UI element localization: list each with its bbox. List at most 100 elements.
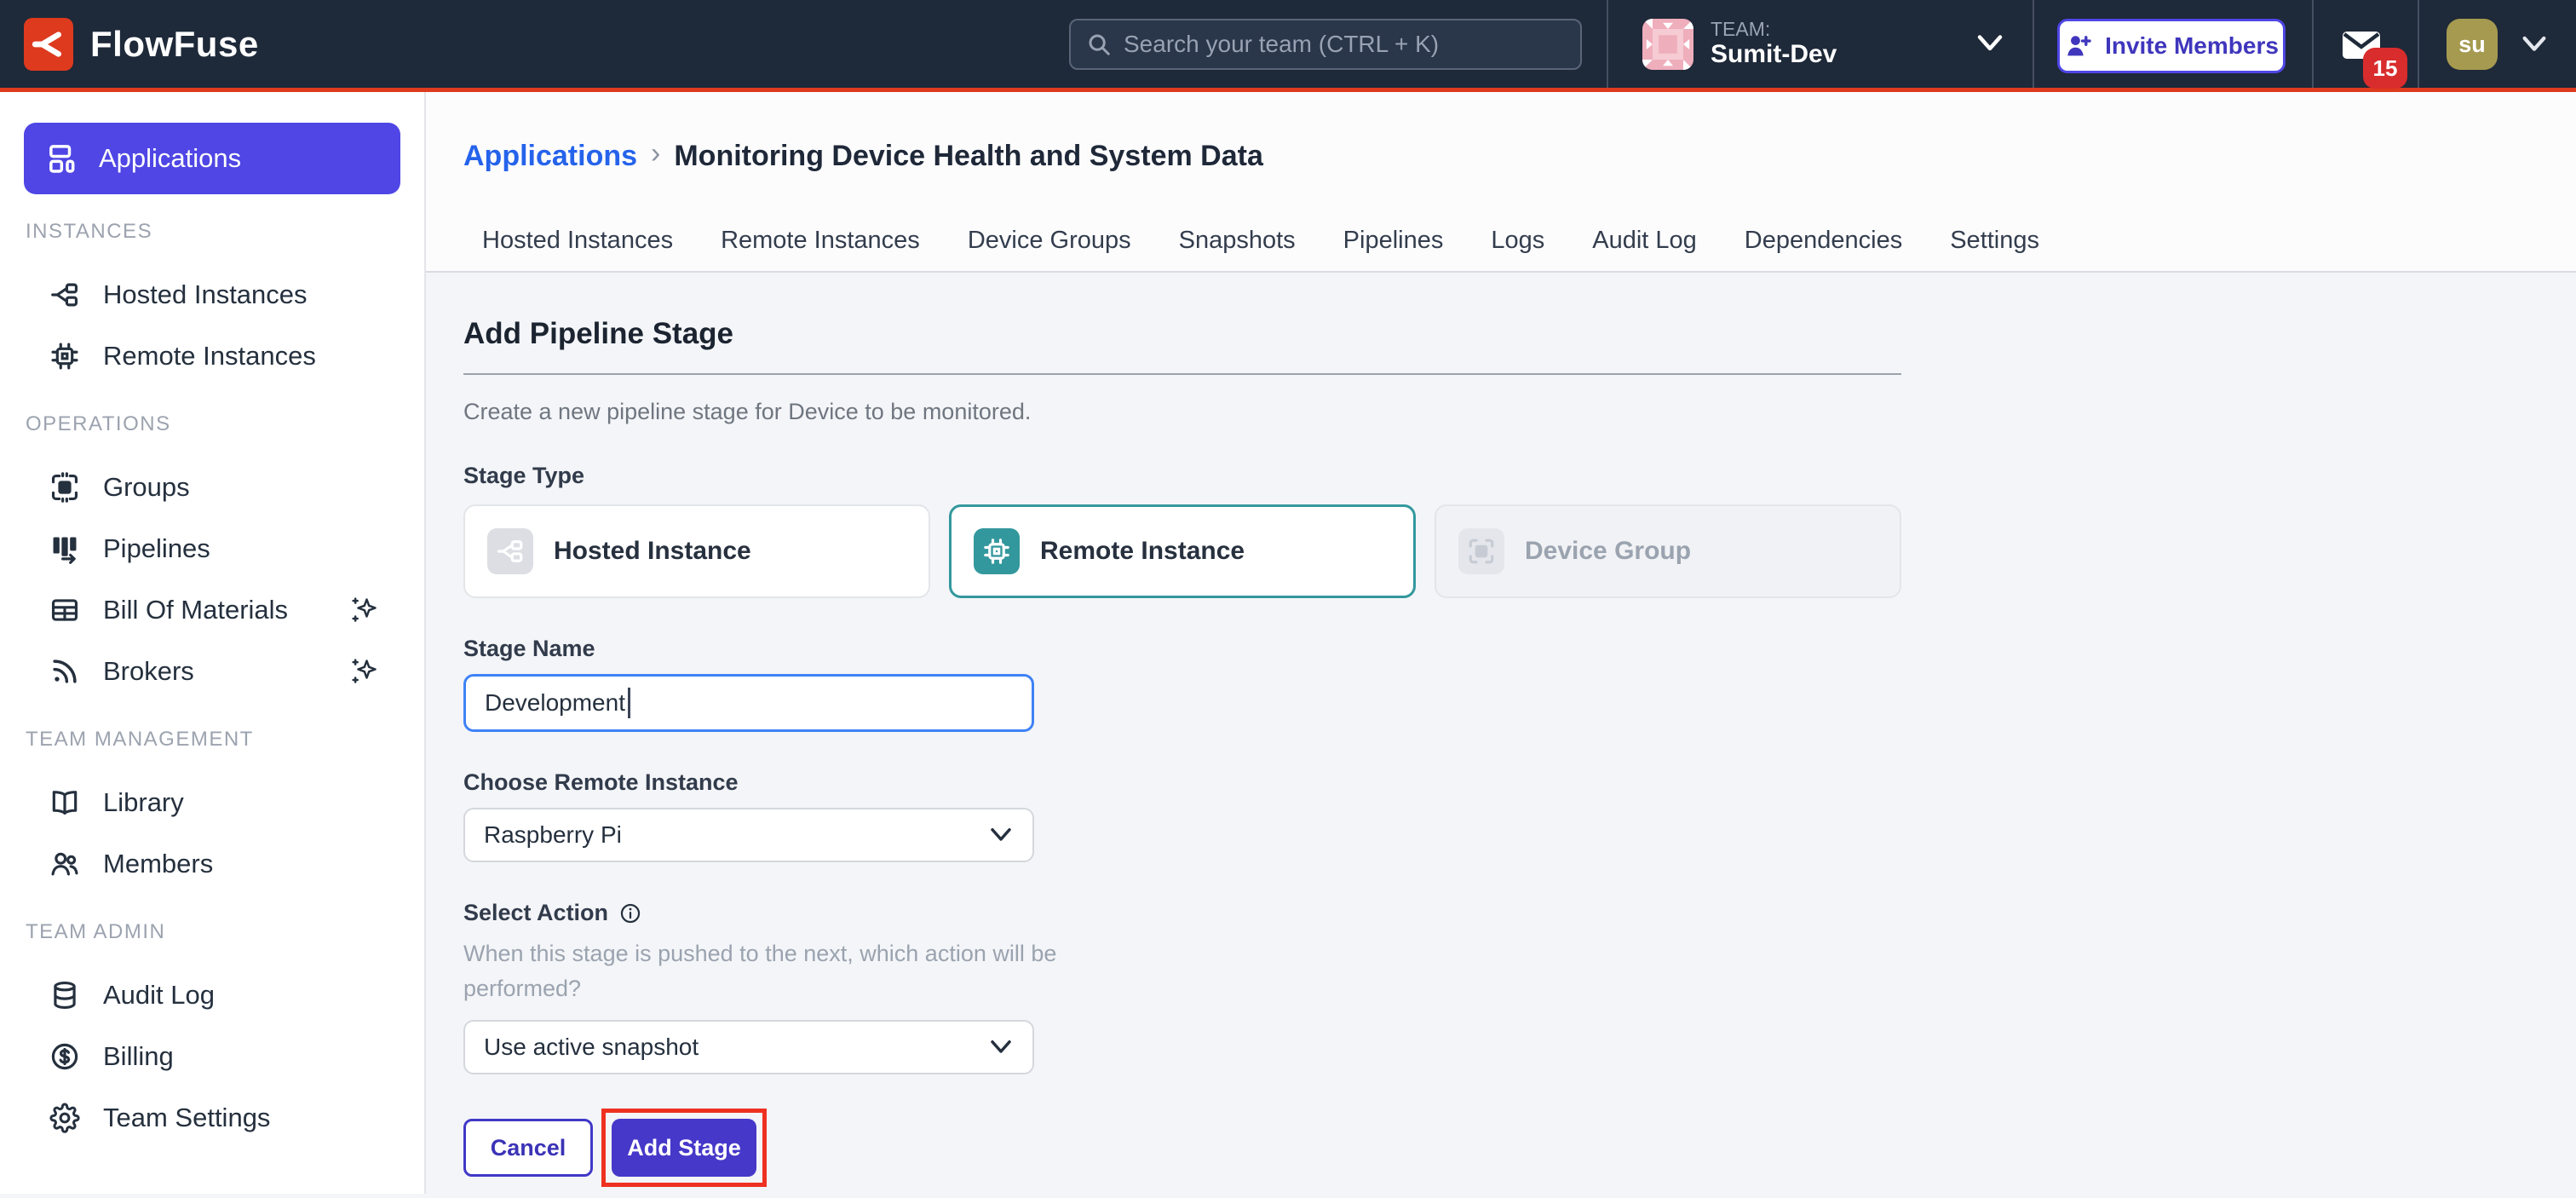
- sidebar-item-library[interactable]: Library: [0, 772, 424, 833]
- action-value: Use active snapshot: [484, 1034, 699, 1061]
- navbar-divider: [2418, 0, 2419, 88]
- action-select[interactable]: Use active snapshot: [463, 1020, 1034, 1074]
- tab-dependencies[interactable]: Dependencies: [1745, 222, 1902, 259]
- tab-pipelines[interactable]: Pipelines: [1343, 222, 1444, 259]
- remote-instance-value: Raspberry Pi: [484, 821, 622, 849]
- currency-dollar-icon: [49, 1040, 81, 1073]
- user-menu-chevron-down-icon[interactable]: [2520, 32, 2549, 56]
- sidebar-item-brokers[interactable]: Brokers: [0, 641, 424, 702]
- stage-name-input[interactable]: Development: [463, 674, 1034, 732]
- divider: [463, 373, 1901, 375]
- gear-icon: [49, 1102, 81, 1134]
- tab-settings[interactable]: Settings: [1950, 222, 2039, 259]
- tab-logs[interactable]: Logs: [1491, 222, 1544, 259]
- section-label-team-management: TEAM MANAGEMENT: [26, 728, 424, 750]
- section-label-operations: OPERATIONS: [26, 412, 424, 435]
- brand-name: FlowFuse: [90, 24, 259, 65]
- search-input[interactable]: Search your team (CTRL + K): [1069, 19, 1582, 70]
- form-description: Create a new pipeline stage for Device t…: [463, 399, 2576, 425]
- sidebar-item-bill-of-materials[interactable]: Bill Of Materials: [0, 579, 424, 641]
- stage-type-device-group: Device Group: [1435, 504, 1901, 598]
- book-icon: [49, 786, 81, 819]
- stage-type-remote-instance[interactable]: Remote Instance: [949, 504, 1416, 598]
- annotation-highlight-box: Add Stage: [601, 1109, 767, 1187]
- flowfuse-logo-icon: [24, 18, 73, 71]
- sidebar-item-billing[interactable]: Billing: [0, 1026, 424, 1087]
- tab-audit-log[interactable]: Audit Log: [1592, 222, 1697, 259]
- user-plus-icon: [2064, 32, 2093, 60]
- sidebar-item-team-settings[interactable]: Team Settings: [0, 1087, 424, 1149]
- sidebar-item-applications[interactable]: Applications: [24, 123, 400, 194]
- info-icon[interactable]: [618, 901, 642, 925]
- sidebar-item-members[interactable]: Members: [0, 833, 424, 895]
- breadcrumb-applications-link[interactable]: Applications: [463, 140, 637, 173]
- section-label-team-admin: TEAM ADMIN: [26, 920, 424, 942]
- form-title: Add Pipeline Stage: [463, 317, 2576, 351]
- search-icon: [1086, 32, 1112, 57]
- invite-members-button[interactable]: Invite Members: [2057, 19, 2286, 73]
- pipelines-icon: [49, 533, 81, 565]
- main-header: Applications › Monitoring Device Health …: [426, 92, 2576, 273]
- top-navbar: FlowFuse Search your team (CTRL + K) TEA…: [0, 0, 2576, 92]
- stage-type-hosted-instance[interactable]: Hosted Instance: [463, 504, 930, 598]
- tab-snapshots[interactable]: Snapshots: [1179, 222, 1296, 259]
- breadcrumb: Applications › Monitoring Device Health …: [463, 137, 2576, 175]
- stage-name-value: Development: [485, 689, 625, 717]
- sidebar-item-groups[interactable]: Groups: [0, 457, 424, 518]
- device-group-icon: [1458, 528, 1504, 574]
- add-pipeline-stage-form: Add Pipeline Stage Create a new pipeline…: [426, 273, 2576, 1194]
- invite-members-label: Invite Members: [2105, 32, 2279, 60]
- table-icon: [49, 594, 81, 626]
- chip-icon: [974, 528, 1020, 574]
- user-initials: su: [2458, 32, 2486, 58]
- choose-remote-instance-label: Choose Remote Instance: [463, 769, 2576, 796]
- sparkles-icon: [348, 654, 382, 688]
- sidebar-item-label: Applications: [99, 143, 241, 174]
- tab-hosted-instances[interactable]: Hosted Instances: [482, 222, 673, 259]
- text-cursor: [628, 688, 630, 718]
- page-title: Monitoring Device Health and System Data: [674, 140, 1263, 173]
- applications-icon: [46, 141, 80, 176]
- brand[interactable]: FlowFuse: [24, 0, 259, 88]
- chip-icon: [49, 340, 81, 372]
- notification-badge: 15: [2363, 48, 2407, 89]
- branch-icon: [487, 528, 533, 574]
- branch-icon: [49, 279, 81, 311]
- team-name: Sumit-Dev: [1711, 40, 1837, 70]
- sidebar-item-pipelines[interactable]: Pipelines: [0, 518, 424, 579]
- stage-type-options: Hosted Instance Remote Instance Device G…: [463, 504, 2576, 598]
- database-icon: [49, 979, 81, 1011]
- device-group-icon: [49, 471, 81, 504]
- section-label-instances: INSTANCES: [26, 220, 424, 242]
- sparkles-icon: [348, 593, 382, 627]
- stage-type-label: Stage Type: [463, 463, 2576, 489]
- user-avatar[interactable]: su: [2447, 19, 2498, 70]
- team-selector[interactable]: TEAM: Sumit-Dev: [1642, 0, 1837, 88]
- tab-device-groups[interactable]: Device Groups: [968, 222, 1131, 259]
- select-action-label: Select Action: [463, 900, 2576, 926]
- cancel-button[interactable]: Cancel: [463, 1119, 593, 1177]
- stage-name-label: Stage Name: [463, 636, 2576, 662]
- chevron-down-icon: [988, 826, 1014, 844]
- notifications-button[interactable]: 15: [2341, 29, 2418, 89]
- tab-remote-instances[interactable]: Remote Instances: [721, 222, 920, 259]
- select-action-description: When this stage is pushed to the next, w…: [463, 936, 1136, 1006]
- add-stage-button[interactable]: Add Stage: [612, 1119, 756, 1177]
- navbar-divider: [2312, 0, 2314, 88]
- sidebar-item-audit-log[interactable]: Audit Log: [0, 965, 424, 1026]
- navbar-divider: [2033, 0, 2034, 88]
- sidebar: Applications INSTANCES Hosted Instances …: [0, 92, 426, 1194]
- chevron-down-icon: [988, 1038, 1014, 1057]
- breadcrumb-chevron-icon: ›: [651, 137, 660, 170]
- sidebar-item-remote-instances[interactable]: Remote Instances: [0, 325, 424, 387]
- remote-instance-select[interactable]: Raspberry Pi: [463, 808, 1034, 862]
- team-label: TEAM:: [1711, 18, 1837, 40]
- tab-bar: Hosted Instances Remote Instances Device…: [482, 222, 2576, 259]
- navbar-divider: [1607, 0, 1608, 88]
- users-icon: [49, 848, 81, 880]
- sidebar-item-hosted-instances[interactable]: Hosted Instances: [0, 264, 424, 325]
- team-avatar: [1642, 19, 1693, 70]
- rss-icon: [49, 655, 81, 688]
- team-chevron-down-icon[interactable]: [1975, 31, 2005, 56]
- search-placeholder: Search your team (CTRL + K): [1124, 31, 1439, 58]
